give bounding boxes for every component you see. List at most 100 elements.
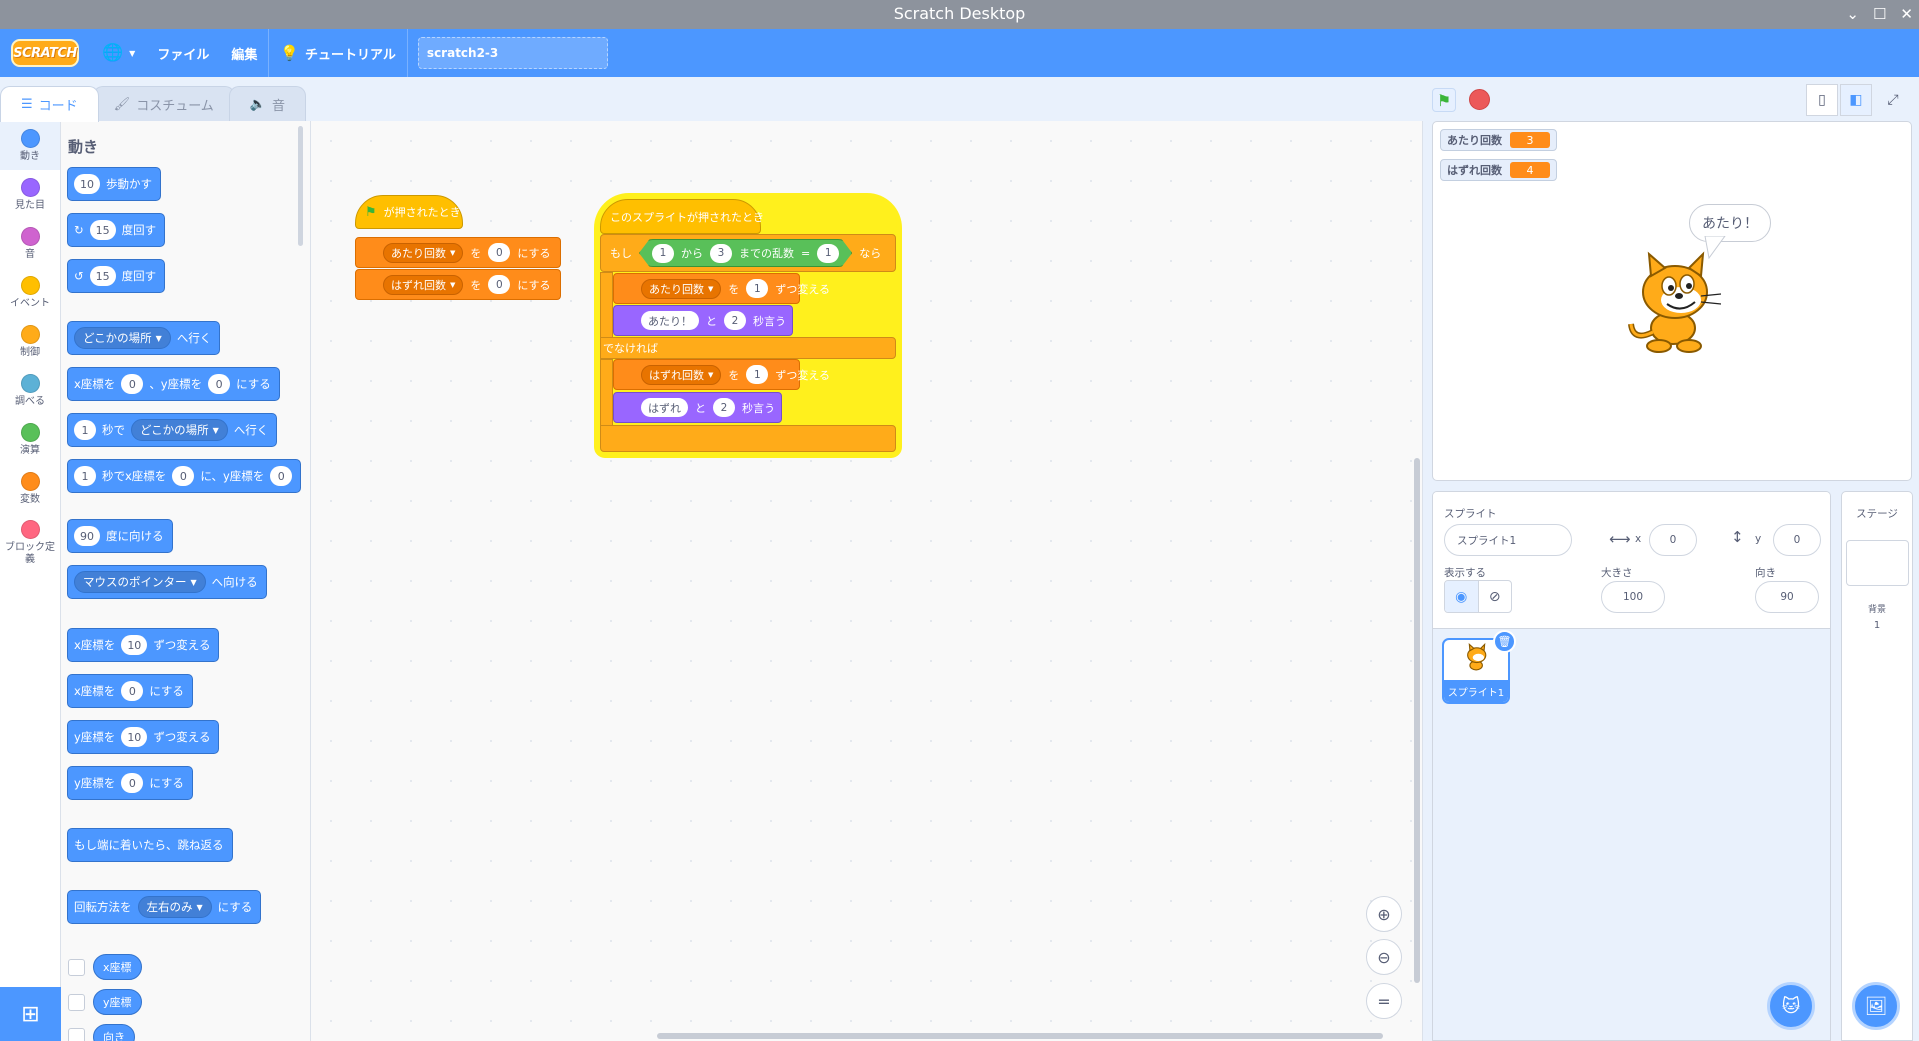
variable-dropdown[interactable]: あたり回数 ▼ — [641, 278, 722, 299]
category-looks[interactable]: 見た目 — [0, 170, 60, 219]
block-input[interactable]: 2 — [713, 398, 735, 417]
block-input[interactable]: 10 — [121, 635, 148, 655]
block-input[interactable]: 0 — [121, 773, 144, 793]
variable-dropdown[interactable]: はずれ回数 ▼ — [383, 274, 464, 295]
language-menu[interactable]: 🌐 ▼ — [91, 29, 146, 77]
block-input[interactable]: はずれ — [641, 398, 688, 417]
block-input[interactable]: 0 — [121, 681, 144, 701]
block-point-towards[interactable]: マウスのポインター ▼ へ向ける — [67, 565, 267, 599]
category-events[interactable]: イベント — [0, 268, 60, 317]
block-input[interactable]: 0 — [172, 466, 195, 486]
block-change-variable[interactable]: はずれ回数 ▼ を 1 ずつ変える — [613, 359, 830, 390]
block-input[interactable]: あたり！ — [641, 311, 699, 330]
minimize-icon[interactable]: ⌄ — [1846, 0, 1859, 29]
block-input[interactable]: 15 — [89, 220, 116, 240]
variable-monitor[interactable]: はずれ回数 4 — [1440, 159, 1557, 181]
small-stage-button[interactable]: ▯ — [1806, 84, 1838, 116]
block-goto[interactable]: どこかの場所 ▼ へ行く — [67, 321, 221, 355]
block-equals[interactable]: 1 から 3 までの乱数 = 1 — [639, 239, 853, 267]
block-input[interactable]: 1 — [746, 365, 769, 384]
maximize-icon[interactable]: ☐ — [1873, 0, 1886, 29]
add-extension-button[interactable]: ⊞ — [0, 987, 61, 1041]
monitor-checkbox-x[interactable] — [68, 959, 85, 976]
block-when-sprite-clicked[interactable]: このスプライトが押されたとき — [600, 199, 764, 234]
block-dropdown[interactable]: マウスのポインター ▼ — [74, 571, 206, 593]
block-input[interactable]: 1 — [74, 420, 96, 440]
category-sensing[interactable]: 調べる — [0, 366, 60, 415]
sprite-name-input[interactable]: スプライト1 — [1444, 524, 1572, 556]
block-input[interactable]: 90 — [74, 526, 100, 546]
variable-dropdown[interactable]: はずれ回数 ▼ — [641, 364, 722, 385]
cat-sprite[interactable] — [1623, 250, 1729, 354]
block-dropdown[interactable]: どこかの場所 ▼ — [131, 419, 228, 441]
block-dropdown[interactable]: 左右のみ ▼ — [137, 896, 212, 918]
block-change-x[interactable]: x座標を 10 ずつ変える — [67, 628, 220, 662]
block-rotation-style[interactable]: 回転方法を 左右のみ ▼ にする — [67, 890, 262, 924]
zoom-in-button[interactable]: ⊕ — [1366, 896, 1402, 932]
block-turn-right[interactable]: ↻ 15 度回す — [67, 213, 166, 247]
zoom-out-button[interactable]: ⊖ — [1366, 939, 1402, 975]
fullscreen-button[interactable]: ⤢ — [1877, 84, 1909, 116]
block-input[interactable]: 1 — [746, 279, 769, 298]
block-glide-xy[interactable]: 1 秒でx座標を 0 に、y座標を 0 — [67, 459, 302, 493]
block-input[interactable]: 15 — [89, 266, 116, 286]
block-input[interactable]: 3 — [710, 243, 732, 263]
block-goto-xy[interactable]: x座標を 0 、y座標を 0 にする — [67, 367, 280, 401]
add-backdrop-button[interactable]: 🖼 — [1852, 982, 1900, 1030]
block-set-x[interactable]: x座標を 0 にする — [67, 674, 193, 708]
variable-monitor[interactable]: あたり回数 3 — [1440, 129, 1557, 151]
block-say-for-secs[interactable]: あたり！ と 2 秒言う — [613, 305, 793, 336]
add-sprite-button[interactable]: 🐱 — [1767, 982, 1815, 1030]
block-set-variable[interactable]: はずれ回数 ▼ を 0 にする — [355, 269, 561, 300]
script-workspace[interactable]: ⚑ が押されたとき あたり回数 ▼ を 0 にする はずれ回数 ▼ を 0 にする … — [311, 121, 1423, 1041]
tutorial-button[interactable]: 💡 チュートリアル — [269, 29, 407, 77]
workspace-horizontal-scrollbar[interactable] — [657, 1033, 1383, 1039]
show-button[interactable]: ◉ — [1445, 581, 1479, 612]
category-operators[interactable]: 演算 — [0, 415, 60, 464]
block-change-variable[interactable]: あたり回数 ▼ を 1 ずつ変える — [613, 273, 830, 304]
file-menu[interactable]: ファイル — [146, 29, 220, 77]
block-input[interactable]: 1 — [74, 466, 96, 486]
block-set-variable[interactable]: あたり回数 ▼ を 0 にする — [355, 237, 561, 268]
block-if-else[interactable]: もし 1 から 3 までの乱数 = 1 なら — [600, 234, 896, 272]
y-input[interactable]: 0 — [1773, 524, 1821, 556]
block-input[interactable]: 10 — [74, 174, 100, 194]
block-bounce[interactable]: もし端に着いたら、跳ね返る — [67, 828, 233, 862]
variable-dropdown[interactable]: あたり回数 ▼ — [383, 242, 464, 263]
block-input[interactable]: 0 — [270, 466, 293, 486]
block-turn-left[interactable]: ↺ 15 度回す — [67, 259, 166, 293]
delete-sprite-button[interactable]: 🗑 — [1493, 630, 1516, 653]
block-input[interactable]: 10 — [121, 727, 148, 747]
reporter-x-position[interactable]: x座標 — [93, 954, 142, 980]
workspace-vertical-scrollbar[interactable] — [1414, 458, 1420, 983]
edit-menu[interactable]: 編集 — [220, 29, 268, 77]
green-flag-button[interactable]: ⚑ — [1432, 88, 1456, 112]
stage-canvas[interactable]: あたり回数 3 はずれ回数 4 あたり！ — [1432, 121, 1912, 481]
monitor-checkbox-y[interactable] — [68, 994, 85, 1011]
palette-scrollbar[interactable] — [298, 126, 303, 246]
category-motion[interactable]: 動き — [0, 121, 60, 170]
block-input[interactable]: 0 — [488, 275, 511, 294]
direction-input[interactable]: 90 — [1755, 581, 1819, 613]
block-input[interactable]: 0 — [488, 243, 511, 262]
block-input[interactable]: 0 — [208, 374, 231, 394]
scratch-logo[interactable]: SCRATCH — [11, 39, 79, 67]
block-point-direction[interactable]: 90 度に向ける — [67, 519, 173, 553]
category-variables[interactable]: 変数 — [0, 464, 60, 513]
hide-button[interactable]: ⊘ — [1479, 581, 1512, 612]
tab-sounds[interactable]: 🔈 音 — [228, 86, 307, 122]
block-move-steps[interactable]: 10 歩動かす — [67, 167, 161, 201]
monitor-checkbox-direction[interactable] — [68, 1028, 85, 1041]
stop-button[interactable] — [1469, 89, 1490, 110]
block-input[interactable]: 2 — [724, 311, 746, 330]
x-input[interactable]: 0 — [1649, 524, 1697, 556]
stage-selector[interactable]: ステージ 背景 1 — [1841, 491, 1913, 1041]
category-control[interactable]: 制御 — [0, 317, 60, 366]
stage-thumbnail[interactable] — [1846, 540, 1909, 586]
block-when-flag-clicked[interactable]: ⚑ が押されたとき — [355, 195, 463, 229]
category-my-blocks[interactable]: ブロック定義 — [0, 513, 60, 573]
size-input[interactable]: 100 — [1601, 581, 1665, 613]
visibility-toggle[interactable]: ◉ ⊘ — [1444, 580, 1512, 613]
zoom-reset-button[interactable]: = — [1366, 983, 1402, 1019]
block-glide[interactable]: 1 秒で どこかの場所 ▼ へ行く — [67, 413, 278, 447]
